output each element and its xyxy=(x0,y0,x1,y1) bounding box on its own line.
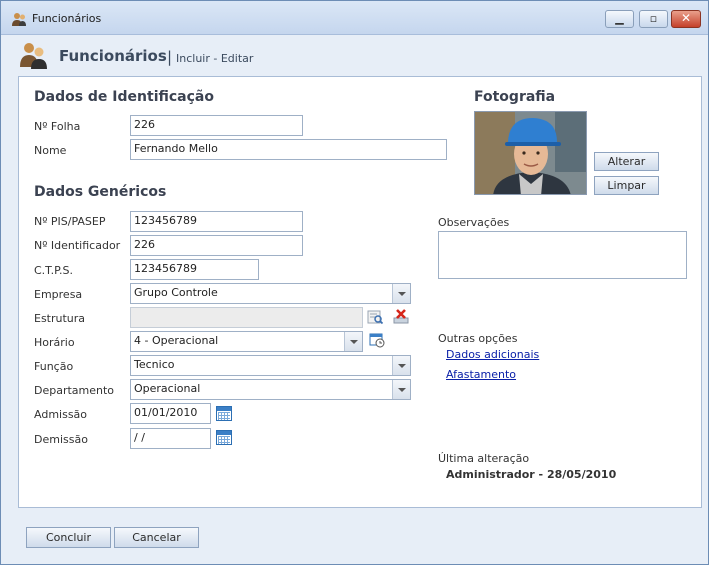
observacoes-label: Observações xyxy=(438,216,510,229)
page-title: Funcionários xyxy=(59,47,167,65)
chevron-down-icon[interactable] xyxy=(392,356,410,375)
window-title: Funcionários xyxy=(32,12,102,25)
pis-label: Nº PIS/PASEP xyxy=(34,215,106,228)
afastamento-link[interactable]: Afastamento xyxy=(446,368,516,381)
funcao-select[interactable]: Tecnico xyxy=(130,355,411,376)
people-icon xyxy=(20,43,47,69)
ultima-alteracao-label: Última alteração xyxy=(438,452,530,465)
ctps-input[interactable]: 123456789 xyxy=(130,259,259,280)
identificador-input[interactable]: 226 xyxy=(130,235,303,256)
folha-input[interactable]: 226 xyxy=(130,115,303,136)
dados-adicionais-link[interactable]: Dados adicionais xyxy=(446,348,539,361)
empresa-select[interactable]: Grupo Controle xyxy=(130,283,411,304)
concluir-button[interactable]: Concluir xyxy=(26,527,111,548)
folha-label: Nº Folha xyxy=(34,120,81,133)
ultima-alteracao-value: Administrador - 28/05/2010 xyxy=(446,468,617,481)
admissao-label: Admissão xyxy=(34,408,88,421)
observacoes-textarea[interactable] xyxy=(438,231,687,279)
empresa-value: Grupo Controle xyxy=(134,286,218,299)
minimize-icon: ▁ xyxy=(615,12,624,25)
photo-section-title: Fotografia xyxy=(474,89,556,105)
title-bar[interactable]: Funcionários ▁ ▫ ✕ xyxy=(1,1,708,35)
schedule-icon[interactable] xyxy=(369,332,385,348)
window: Funcionários ▁ ▫ ✕ Funcionários | Inclui… xyxy=(0,0,709,565)
page-subtitle: Incluir - Editar xyxy=(176,52,254,65)
outras-opcoes-label: Outras opções xyxy=(438,332,518,345)
employee-portrait xyxy=(475,112,586,194)
generic-section-title: Dados Genéricos xyxy=(34,184,167,200)
calendar-icon[interactable] xyxy=(216,406,232,421)
close-button[interactable]: ✕ xyxy=(671,10,701,28)
horario-value: 4 - Operacional xyxy=(134,334,219,347)
funcao-value: Tecnico xyxy=(134,358,175,371)
maximize-icon: ▫ xyxy=(649,12,658,25)
pis-input[interactable]: 123456789 xyxy=(130,211,303,232)
minimize-button[interactable]: ▁ xyxy=(605,10,634,28)
delete-structure-icon[interactable] xyxy=(393,309,409,325)
empresa-label: Empresa xyxy=(34,288,83,301)
departamento-select[interactable]: Operacional xyxy=(130,379,411,400)
identificador-label: Nº Identificador xyxy=(34,239,121,252)
nome-input[interactable]: Fernando Mello xyxy=(130,139,447,160)
close-icon: ✕ xyxy=(680,11,692,25)
identification-section-title: Dados de Identificação xyxy=(34,89,214,105)
departamento-label: Departamento xyxy=(34,384,115,397)
funcao-label: Função xyxy=(34,360,74,373)
estrutura-label: Estrutura xyxy=(34,312,86,325)
change-photo-button[interactable]: Alterar xyxy=(594,152,659,171)
estrutura-input xyxy=(130,307,363,328)
chevron-down-icon[interactable] xyxy=(392,284,410,303)
chevron-down-icon[interactable] xyxy=(344,332,362,351)
page-header: Funcionários | Incluir - Editar xyxy=(1,36,708,76)
departamento-value: Operacional xyxy=(134,382,201,395)
maximize-button[interactable]: ▫ xyxy=(639,10,668,28)
ctps-label: C.T.P.S. xyxy=(34,264,73,277)
app-people-icon xyxy=(12,13,26,26)
title-separator: | xyxy=(167,48,173,66)
chevron-down-icon[interactable] xyxy=(392,380,410,399)
search-structure-icon[interactable] xyxy=(367,309,383,325)
cancelar-button[interactable]: Cancelar xyxy=(114,527,199,548)
employee-photo xyxy=(474,111,587,195)
calendar-icon[interactable] xyxy=(216,430,232,445)
horario-label: Horário xyxy=(34,336,75,349)
demissao-label: Demissão xyxy=(34,433,88,446)
admissao-input[interactable]: 01/01/2010 xyxy=(130,403,211,424)
horario-select[interactable]: 4 - Operacional xyxy=(130,331,363,352)
clear-photo-button[interactable]: Limpar xyxy=(594,176,659,195)
demissao-input[interactable]: / / xyxy=(130,428,211,449)
nome-label: Nome xyxy=(34,144,67,157)
